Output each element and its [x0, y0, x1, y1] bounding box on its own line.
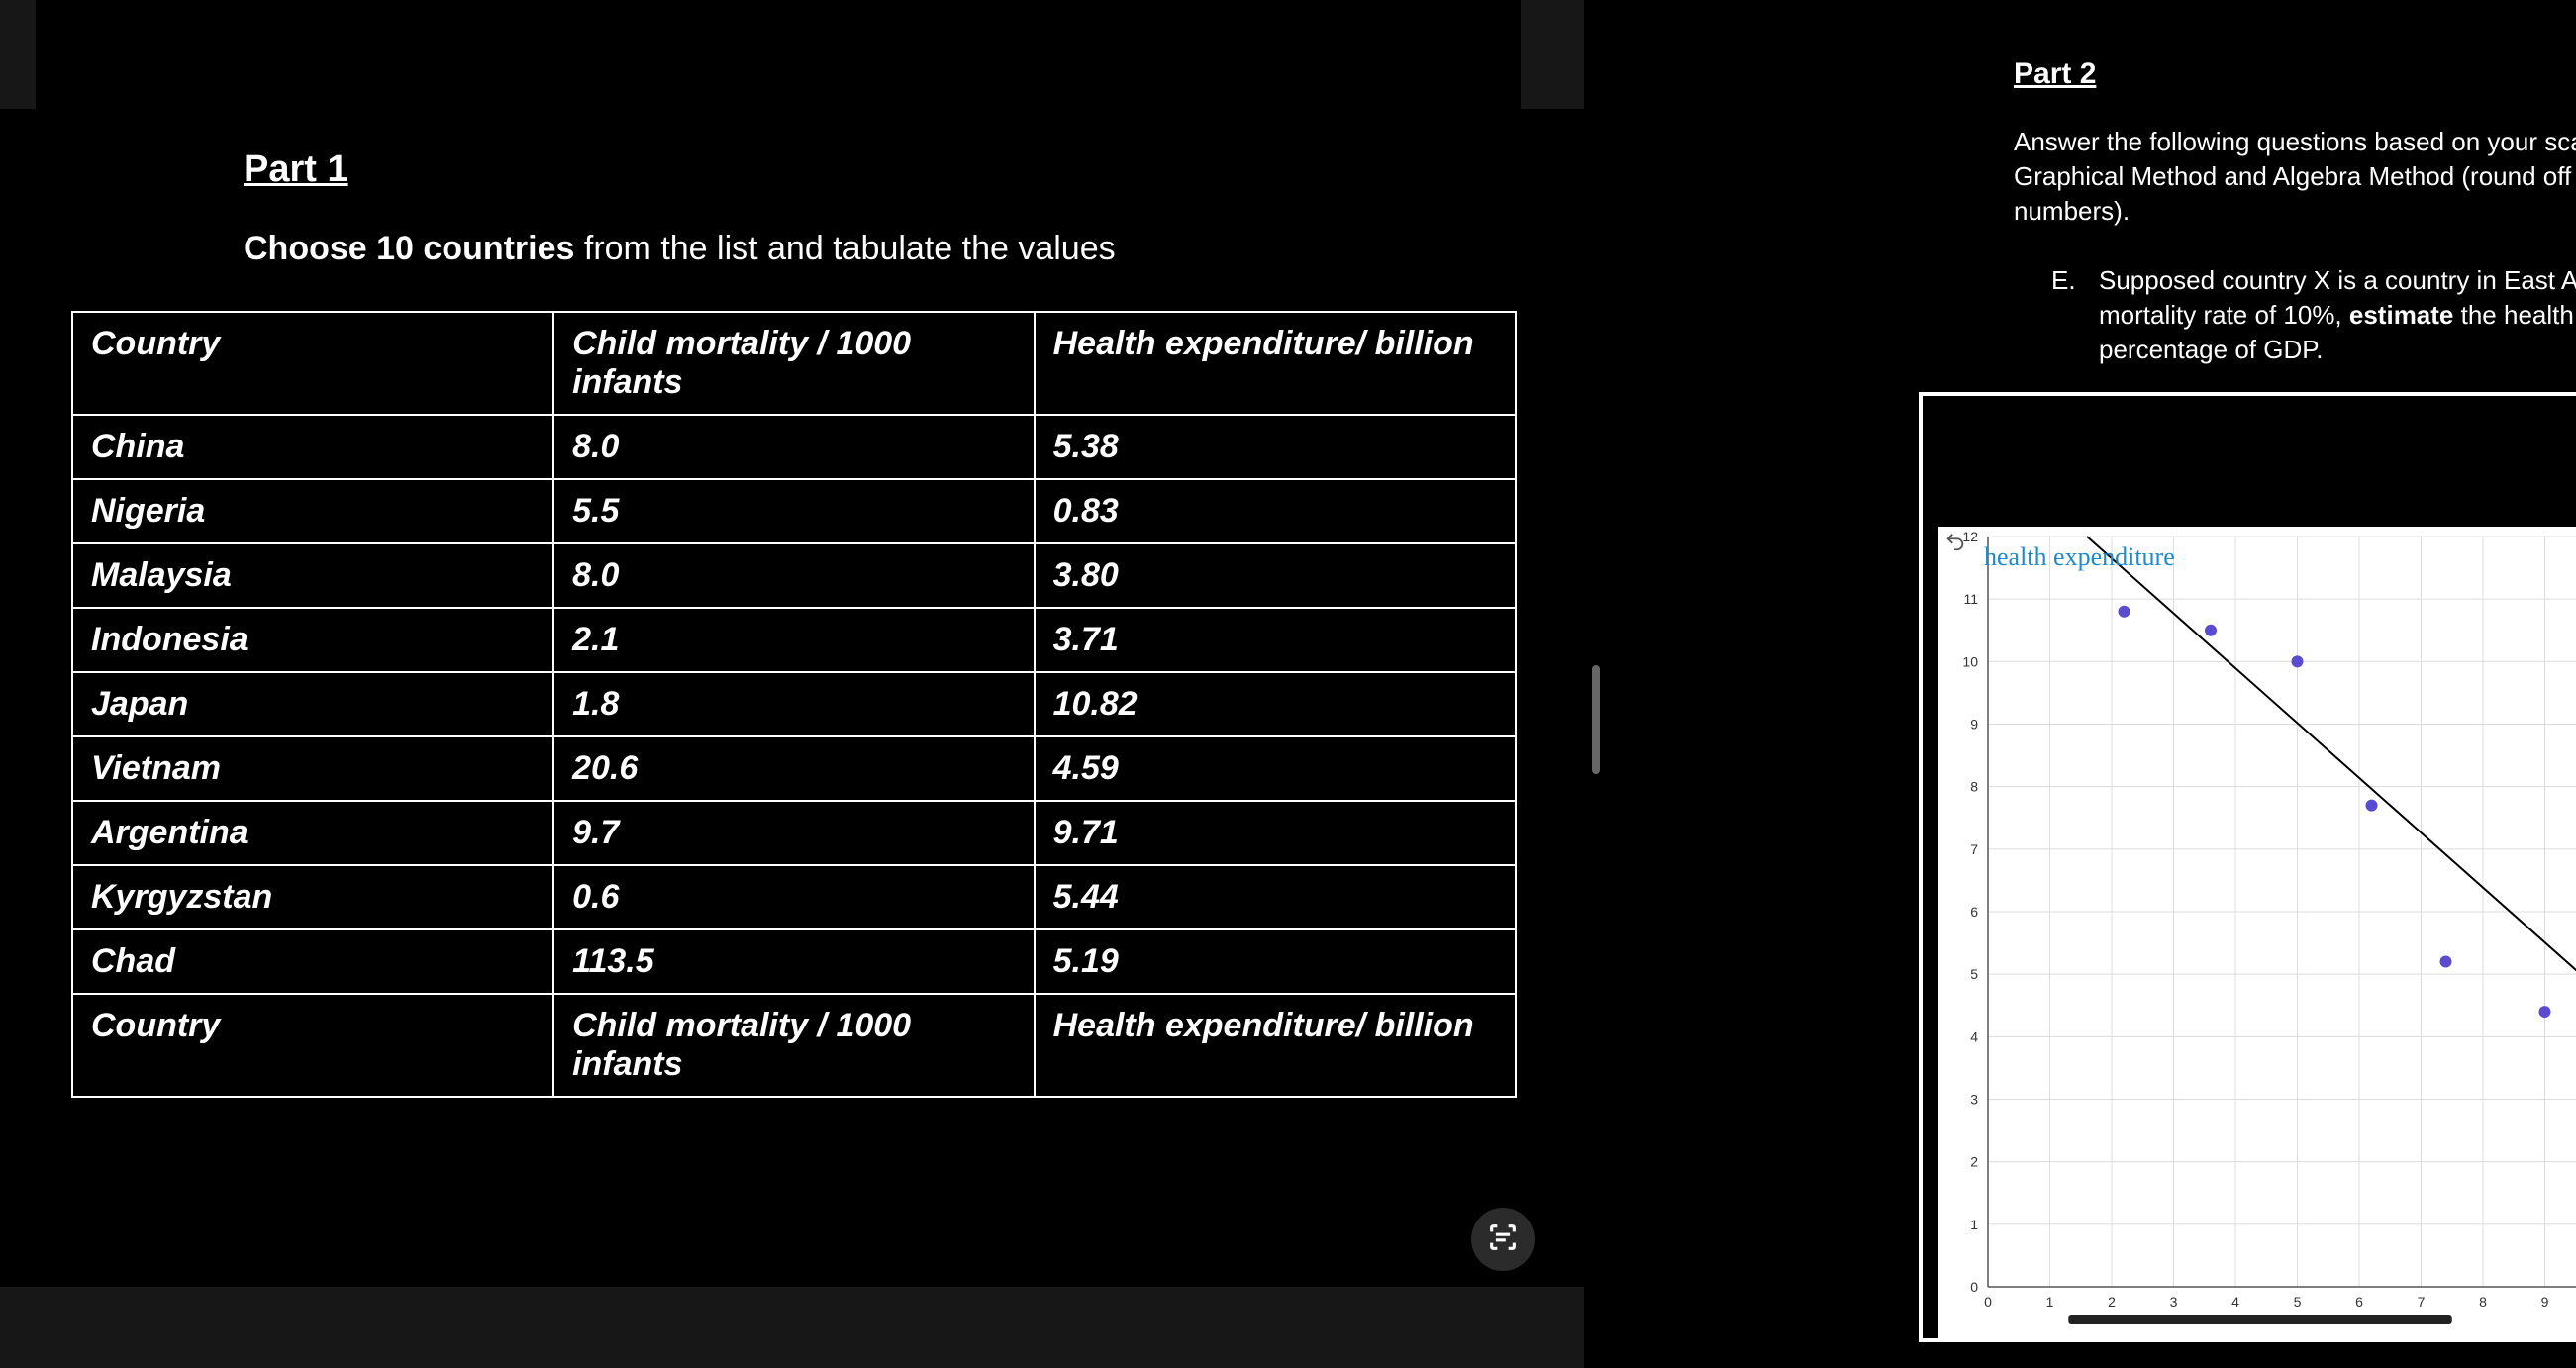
scatter-plot[interactable]: 0123456789101112131415161234567891011120 [1938, 527, 2576, 1340]
svg-text:3: 3 [1970, 1092, 1978, 1108]
svg-text:0: 0 [1970, 1279, 1978, 1295]
svg-text:2: 2 [2108, 1294, 2116, 1310]
cell-expenditure: 9.71 [1035, 801, 1516, 865]
svg-text:0: 0 [1984, 1294, 1992, 1310]
cell-mortality: 2.1 [553, 608, 1035, 672]
cell-expenditure: 3.71 [1035, 608, 1516, 672]
svg-text:1: 1 [1970, 1217, 1978, 1232]
cell-country: Kyrgyzstan [72, 865, 553, 929]
cell-mortality: 9.7 [553, 801, 1035, 865]
question-text-bold: estimate [2349, 300, 2454, 330]
table-header-row: Country Child mortality / 1000 infants H… [72, 312, 1516, 415]
hand-label-y: health expenditure [1984, 542, 2175, 572]
svg-text:9: 9 [1970, 717, 1978, 733]
cell-country: Chad [72, 929, 553, 994]
svg-text:11: 11 [1963, 591, 1978, 607]
svg-text:8: 8 [1970, 779, 1978, 795]
svg-text:7: 7 [1970, 841, 1978, 857]
table-footer-row: Country Child mortality / 1000 infants H… [72, 994, 1516, 1097]
graph-frame: 0123456789101112131415161234567891011120 [1919, 392, 2576, 1342]
table-row: Japan1.810.82 [72, 672, 1516, 736]
table-row: Chad113.55.19 [72, 929, 1516, 994]
col-mortality: Child mortality / 1000 infants [553, 312, 1035, 415]
chart-scrollbar-thumb [2068, 1315, 2452, 1324]
svg-text:6: 6 [1970, 904, 1978, 920]
table-row: Nigeria5.50.83 [72, 479, 1516, 543]
table-row: Argentina9.79.71 [72, 801, 1516, 865]
footer-mortality: Child mortality / 1000 infants [553, 994, 1035, 1097]
cell-mortality: 1.8 [553, 672, 1035, 736]
question-marker: E. [2051, 263, 2076, 298]
cell-mortality: 0.6 [553, 865, 1035, 929]
part1-document: Part 1 Choose 10 countries from the list… [36, 0, 1521, 1289]
col-country: Country [72, 312, 553, 415]
svg-text:4: 4 [1970, 1028, 1978, 1044]
cell-country: China [72, 415, 553, 479]
part1-heading: Part 1 [244, 148, 348, 191]
cell-mortality: 8.0 [553, 543, 1035, 608]
part1-prompt: Choose 10 countries from the list and ta… [244, 230, 1116, 268]
cell-mortality: 20.6 [553, 736, 1035, 801]
table-row: Kyrgyzstan0.65.44 [72, 865, 1516, 929]
svg-text:6: 6 [2355, 1294, 2363, 1310]
scrollbar-thumb[interactable] [1592, 665, 1600, 774]
table-row: China8.05.38 [72, 415, 1516, 479]
cell-expenditure: 5.38 [1035, 415, 1516, 479]
table-row: Vietnam20.64.59 [72, 736, 1516, 801]
cell-country: Vietnam [72, 736, 553, 801]
part1-prompt-bold: Choose 10 countries [244, 230, 574, 267]
svg-text:4: 4 [2231, 1294, 2239, 1310]
cell-expenditure: 3.80 [1035, 543, 1516, 608]
scan-button[interactable] [1471, 1208, 1535, 1271]
svg-text:1: 1 [2046, 1294, 2054, 1310]
svg-text:7: 7 [2418, 1294, 2426, 1310]
cell-expenditure: 5.44 [1035, 865, 1516, 929]
country-table: Country Child mortality / 1000 infants H… [71, 311, 1517, 1098]
part2-question-e: E. Supposed country X is a country in Ea… [2053, 263, 2576, 367]
cell-expenditure: 4.59 [1035, 736, 1516, 801]
svg-text:2: 2 [1970, 1154, 1978, 1170]
cell-country: Argentina [72, 801, 553, 865]
table-row: Malaysia8.03.80 [72, 543, 1516, 608]
part2-body-text: Answer the following questions based on … [2014, 125, 2576, 229]
svg-text:3: 3 [2170, 1294, 2178, 1310]
cell-mortality: 8.0 [553, 415, 1035, 479]
table-row: Indonesia2.13.71 [72, 608, 1516, 672]
cell-expenditure: 0.83 [1035, 479, 1516, 543]
svg-text:5: 5 [2294, 1294, 2302, 1310]
cell-country: Malaysia [72, 543, 553, 608]
part1-panel: Part 1 Choose 10 countries from the list… [0, 0, 1584, 1368]
svg-text:10: 10 [1962, 653, 1978, 669]
cell-country: Japan [72, 672, 553, 736]
cell-country: Indonesia [72, 608, 553, 672]
undo-icon[interactable] [1944, 531, 1966, 552]
viewer-bottom-bar [0, 1287, 1584, 1368]
footer-expenditure: Health expenditure/ billion [1035, 994, 1516, 1097]
part2-panel: Part 2 Answer the following questions ba… [1604, 0, 2576, 1368]
cell-expenditure: 5.19 [1035, 929, 1516, 994]
cell-country: Nigeria [72, 479, 553, 543]
part2-heading: Part 2 [2014, 57, 2096, 91]
svg-text:5: 5 [1970, 966, 1978, 982]
cell-mortality: 113.5 [553, 929, 1035, 994]
cell-expenditure: 10.82 [1035, 672, 1516, 736]
cell-mortality: 5.5 [553, 479, 1035, 543]
svg-text:9: 9 [2541, 1294, 2549, 1310]
footer-country: Country [72, 994, 553, 1097]
col-expenditure: Health expenditure/ billion [1035, 312, 1516, 415]
scan-icon [1486, 1221, 1520, 1259]
part1-prompt-rest: from the list and tabulate the values [574, 230, 1115, 267]
svg-text:8: 8 [2479, 1294, 2487, 1310]
